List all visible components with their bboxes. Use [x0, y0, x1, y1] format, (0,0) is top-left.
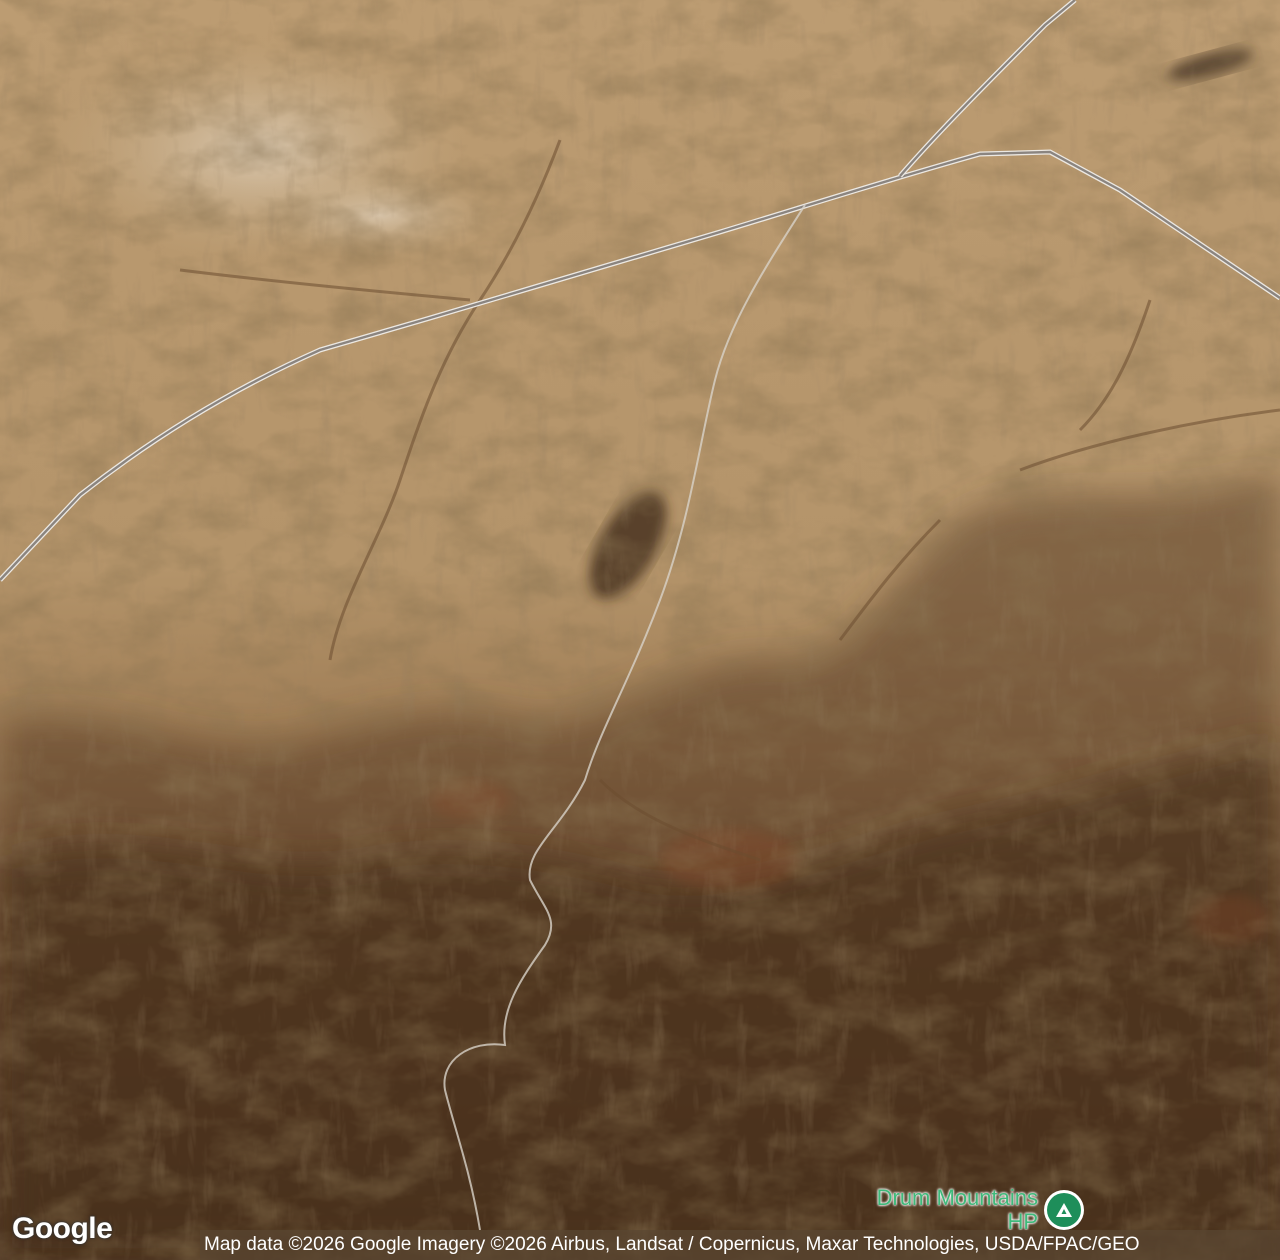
mountain-icon — [1047, 1193, 1081, 1227]
satellite-imagery[interactable] — [0, 0, 1280, 1260]
map-attribution: Map data ©2026 Google Imagery ©2026 Airb… — [200, 1230, 1280, 1260]
google-logo: Google — [12, 1212, 113, 1245]
map-canvas[interactable]: Drum Mountains HP Google Map data ©2026 … — [0, 0, 1280, 1260]
poi-label[interactable]: Drum Mountains HP — [848, 1186, 1038, 1234]
poi-drum-mountains[interactable]: Drum Mountains HP — [848, 1186, 1084, 1234]
poi-marker[interactable] — [1044, 1190, 1084, 1230]
terrain-texture-fine — [0, 0, 1280, 1260]
